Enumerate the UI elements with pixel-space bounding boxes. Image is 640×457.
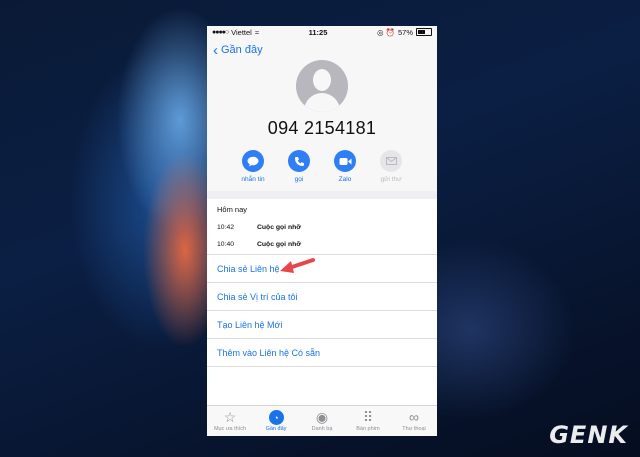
video-icon bbox=[334, 150, 356, 172]
star-icon: ☆ bbox=[223, 409, 237, 425]
tab-recents[interactable]: ◔ Gần đây bbox=[253, 406, 299, 436]
tab-contacts[interactable]: ◉ Danh bạ bbox=[299, 406, 345, 436]
status-time: 11:25 bbox=[308, 27, 328, 37]
recents-date-heading: Hôm nay bbox=[217, 205, 248, 214]
clock-icon: ◔ bbox=[268, 410, 284, 425]
call-time: 10:42 bbox=[217, 224, 235, 231]
create-new-contact-item[interactable]: Tạo Liên hệ Mới bbox=[207, 310, 437, 338]
phone-screen: ●●●●○ Viettel ≈ 11:25 ◎ ⏰ 57% ‹ Gần đây … bbox=[207, 26, 437, 436]
zalo-video-button[interactable]: Zalo bbox=[331, 150, 359, 183]
back-label: Gần đây bbox=[221, 44, 263, 56]
message-button[interactable]: nhắn tin bbox=[239, 150, 267, 183]
chevron-left-icon: ‹ bbox=[213, 41, 218, 59]
carrier-label: Viettel bbox=[231, 27, 252, 37]
call-button[interactable]: gọi bbox=[285, 150, 313, 183]
back-button[interactable]: ‹ Gần đây bbox=[207, 38, 437, 62]
status-bar: ●●●●○ Viettel ≈ 11:25 ◎ ⏰ 57% bbox=[207, 26, 437, 38]
share-contact-item[interactable]: Chia sẻ Liên hệ bbox=[207, 254, 437, 282]
phone-icon bbox=[288, 150, 310, 172]
add-to-existing-contact-item[interactable]: Thêm vào Liên hệ Có sẵn bbox=[207, 338, 437, 366]
tab-voicemail[interactable]: ∞ Thư thoại bbox=[391, 406, 437, 436]
red-arrow-annotation bbox=[280, 258, 315, 273]
call-type: Cuộc gọi nhỡ bbox=[257, 241, 302, 248]
call-time: 10:40 bbox=[217, 241, 235, 248]
contact-icon: ◉ bbox=[315, 409, 329, 425]
call-row: 10:42 Cuộc gọi nhỡ bbox=[217, 224, 427, 231]
genk-watermark-logo: GENK bbox=[549, 421, 628, 449]
battery-icon bbox=[416, 28, 432, 36]
tab-bar: ☆ Mục ưa thích ◔ Gần đây ◉ Danh bạ ⠿ Bàn… bbox=[207, 405, 437, 436]
share-location-item[interactable]: Chia sẻ Vị trí của tôi bbox=[207, 282, 437, 310]
signal-icon: ●●●●○ bbox=[212, 28, 229, 36]
call-type: Cuộc gọi nhỡ bbox=[257, 224, 302, 231]
section-separator bbox=[207, 191, 437, 199]
mail-button: gửi thư bbox=[377, 150, 405, 183]
action-row: nhắn tin gọi Zalo gửi thư bbox=[207, 150, 437, 183]
alarm-icon: ◎ ⏰ bbox=[377, 27, 395, 37]
tab-keypad[interactable]: ⠿ Bàn phím bbox=[345, 406, 391, 436]
recent-calls: Hôm nay 10:42 Cuộc gọi nhỡ 10:40 Cuộc gọ… bbox=[207, 199, 437, 254]
avatar bbox=[296, 60, 348, 112]
message-bubble-icon bbox=[242, 150, 264, 172]
voicemail-icon: ∞ bbox=[409, 409, 419, 425]
wifi-icon: ≈ bbox=[254, 27, 259, 37]
battery-percent: 57% bbox=[397, 27, 413, 37]
call-row: 10:40 Cuộc gọi nhỡ bbox=[217, 241, 427, 248]
phone-number: 094 2154181 bbox=[267, 118, 377, 138]
tab-favorites[interactable]: ☆ Mục ưa thích bbox=[207, 406, 253, 436]
contact-options-menu: Chia sẻ Liên hệ Chia sẻ Vị trí của tôi T… bbox=[207, 254, 437, 417]
keypad-icon: ⠿ bbox=[362, 409, 374, 425]
mail-icon bbox=[380, 150, 402, 172]
